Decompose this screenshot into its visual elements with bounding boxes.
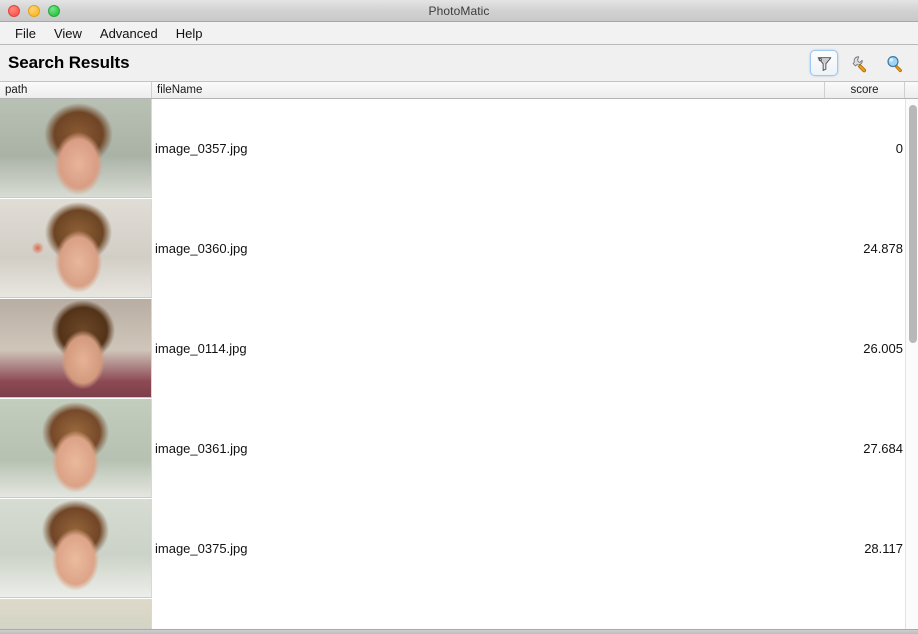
cell-thumbnail[interactable] <box>0 599 152 629</box>
filter-button[interactable] <box>810 50 838 76</box>
menu-item-help[interactable]: Help <box>167 24 212 43</box>
menu-item-view[interactable]: View <box>45 24 91 43</box>
filter-icon <box>817 56 831 71</box>
cell-thumbnail[interactable] <box>0 99 152 198</box>
window-title: PhotoMatic <box>428 3 490 18</box>
cell-filename: image_0375.jpg <box>155 541 248 556</box>
cell-score: 27.684 <box>863 441 903 456</box>
cell-score <box>825 599 905 629</box>
table-row[interactable] <box>0 599 905 629</box>
menu-item-advanced[interactable]: Advanced <box>91 24 167 43</box>
search-button[interactable] <box>880 50 908 76</box>
vertical-scrollbar[interactable] <box>905 99 918 629</box>
table-rows-viewport: image_0357.jpg 0 image_0360.jpg 24.878 i… <box>0 99 918 629</box>
cell-score: 26.005 <box>863 341 903 356</box>
table-row[interactable]: image_0114.jpg 26.005 <box>0 299 905 399</box>
cell-filename: image_0360.jpg <box>155 241 248 256</box>
cell-score: 0 <box>895 141 903 156</box>
thumbnail-image <box>0 599 151 629</box>
cell-filename: image_0361.jpg <box>155 441 248 456</box>
toolbar <box>810 50 908 76</box>
maximize-window-button[interactable] <box>48 4 60 17</box>
column-header-spacer <box>905 82 918 98</box>
cell-filename: image_0114.jpg <box>155 341 247 356</box>
menu-bar: File View Advanced Help <box>0 22 918 45</box>
tools-button[interactable] <box>845 50 873 76</box>
page-header: Search Results <box>0 45 918 82</box>
wrench-icon <box>852 55 866 72</box>
table-column-headers: path fileName score <box>0 82 918 99</box>
photomatic-window: PhotoMatic File View Advanced Help Searc… <box>0 0 918 634</box>
column-header-filename[interactable]: fileName <box>152 82 825 98</box>
thumbnail-image <box>0 299 151 397</box>
cell-thumbnail[interactable] <box>0 299 152 398</box>
cell-score: 28.117 <box>864 541 903 556</box>
results-table: path fileName score image_0357.jpg 0 ima… <box>0 82 918 629</box>
cell-thumbnail[interactable] <box>0 399 152 498</box>
page-title: Search Results <box>8 53 130 72</box>
window-bottom-edge <box>0 629 918 634</box>
cell-score: 24.878 <box>863 241 903 256</box>
cell-thumbnail[interactable] <box>0 499 152 598</box>
minimize-window-button[interactable] <box>28 4 40 17</box>
magnifier-icon <box>886 55 902 72</box>
window-controls <box>0 4 60 17</box>
thumbnail-image <box>0 199 151 297</box>
column-header-path[interactable]: path <box>0 82 152 98</box>
cell-thumbnail[interactable] <box>0 199 152 298</box>
cell-filename: image_0357.jpg <box>155 141 248 156</box>
table-row[interactable]: image_0361.jpg 27.684 <box>0 399 905 499</box>
table-row[interactable]: image_0360.jpg 24.878 <box>0 199 905 299</box>
thumbnail-image <box>0 399 151 497</box>
thumbnail-image <box>0 99 151 197</box>
menu-item-file[interactable]: File <box>6 24 45 43</box>
close-window-button[interactable] <box>8 4 20 17</box>
table-rows: image_0357.jpg 0 image_0360.jpg 24.878 i… <box>0 99 905 629</box>
thumbnail-image <box>0 499 151 597</box>
table-row[interactable]: image_0357.jpg 0 <box>0 99 905 199</box>
vertical-scrollbar-thumb[interactable] <box>909 105 917 343</box>
table-row[interactable]: image_0375.jpg 28.117 <box>0 499 905 599</box>
title-bar: PhotoMatic <box>0 0 918 22</box>
cell-filename <box>152 599 825 629</box>
column-header-score[interactable]: score <box>825 82 905 98</box>
